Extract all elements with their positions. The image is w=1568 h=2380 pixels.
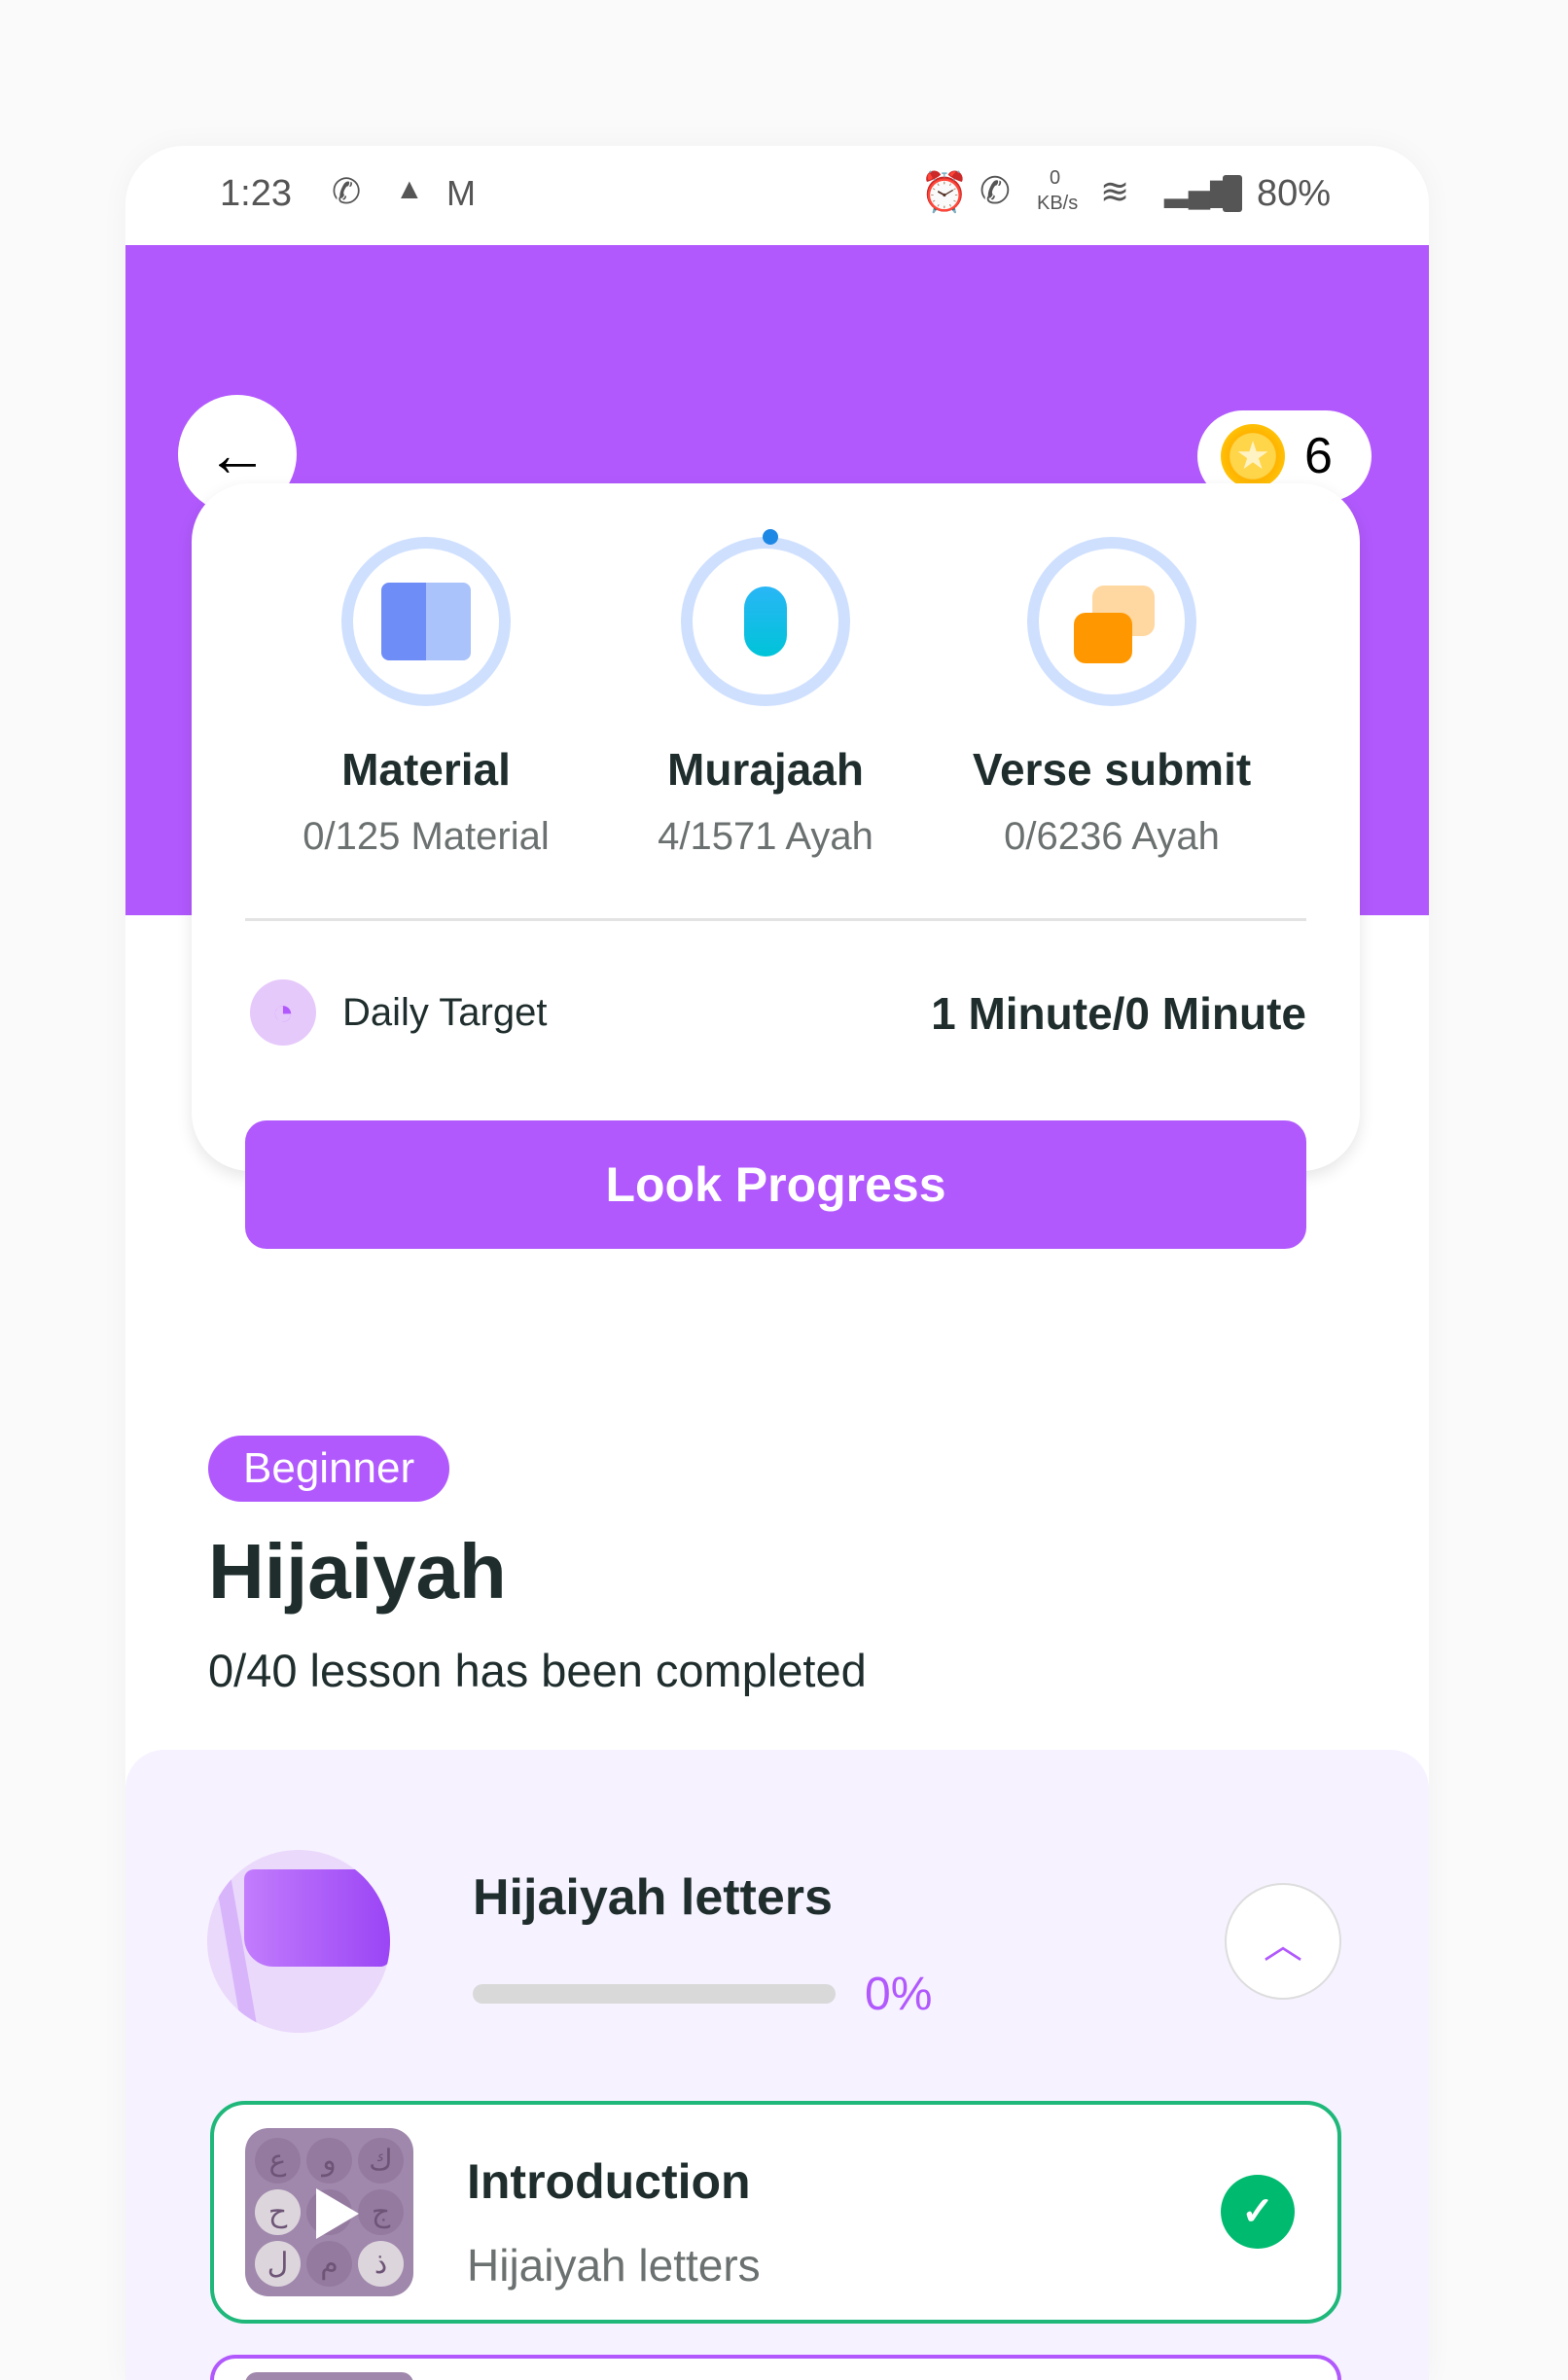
status-time: 1:23 [220, 173, 292, 214]
course-title: Hijaiyah [208, 1528, 507, 1615]
alarm-icon: ⏰ [920, 171, 969, 214]
divider [245, 918, 1306, 921]
clock-icon: ◔ [250, 979, 316, 1046]
look-progress-button[interactable]: Look Progress [245, 1120, 1306, 1249]
stat-material[interactable]: Material 0/125 Material [241, 537, 611, 859]
lesson-section: Hijaiyah letters 0% ︿ عوكحبجلمذ Introduc… [125, 1750, 1429, 2380]
microphone-icon [681, 529, 850, 706]
stat-verse-submit[interactable]: Verse submit 0/6236 Ayah [927, 537, 1297, 859]
collapse-section-button[interactable]: ︿ [1225, 1883, 1341, 2000]
stat-murajaah[interactable]: Murajaah 4/1571 Ayah [581, 529, 950, 859]
arrow-left-icon: ← [206, 419, 268, 489]
battery-level: 80% [1257, 173, 1332, 214]
lesson-item[interactable]: عوكحبجلمذ Introduction Hijaiyah letters … [210, 2101, 1341, 2324]
flag-icon [207, 1850, 390, 2033]
daily-target-value: 1 Minute/0 Minute [931, 988, 1306, 1039]
lesson-thumbnail [245, 2372, 413, 2380]
section-progress-bar [473, 1984, 836, 2004]
lesson-item[interactable] [210, 2355, 1341, 2380]
check-icon: ✓ [1221, 2175, 1295, 2249]
warning-icon: ▲ [395, 173, 424, 205]
course-progress-text: 0/40 lesson has been completed [208, 1645, 867, 1696]
battery-icon [1223, 175, 1242, 212]
chevron-up-icon: ︿ [1264, 1924, 1302, 1967]
net-speed-unit: KB/s [1037, 193, 1079, 214]
coin-count: 6 [1304, 428, 1333, 484]
status-bar: 1:23 ✆ ▲ M ⏰ ✆ 0 KB/s ≋ ▂▄▆ 80% [125, 146, 1429, 245]
gmail-icon: M [446, 173, 476, 213]
play-icon [316, 2188, 359, 2239]
call-icon: ✆ [980, 171, 1011, 212]
daily-target-label: Daily Target [342, 991, 548, 1034]
stat-title: Material [341, 744, 511, 795]
phone-screen: 1:23 ✆ ▲ M ⏰ ✆ 0 KB/s ≋ ▂▄▆ 80% ← ★ 6 Ma… [125, 146, 1429, 2380]
whatsapp-icon: ✆ [332, 171, 362, 211]
progress-card: Material 0/125 Material Murajaah 4/1571 … [192, 483, 1360, 1249]
level-badge: Beginner [208, 1436, 450, 1502]
stat-title: Murajaah [667, 744, 864, 795]
section-title: Hijaiyah letters [473, 1869, 833, 1926]
stat-title: Verse submit [972, 744, 1252, 795]
lesson-title: Introduction [467, 2154, 751, 2209]
lesson-subtitle: Hijaiyah letters [467, 2240, 761, 2291]
book-icon [341, 537, 511, 706]
section-progress-label: 0% [865, 1969, 933, 2020]
net-speed-value: 0 [1050, 167, 1061, 189]
coin-star-icon: ★ [1221, 424, 1285, 488]
stat-subtitle: 4/1571 Ayah [658, 815, 873, 858]
stat-subtitle: 0/125 Material [303, 815, 550, 858]
chat-bubbles-icon [1027, 537, 1196, 706]
stat-subtitle: 0/6236 Ayah [1004, 815, 1220, 858]
wifi-icon: ≋ [1100, 171, 1130, 211]
